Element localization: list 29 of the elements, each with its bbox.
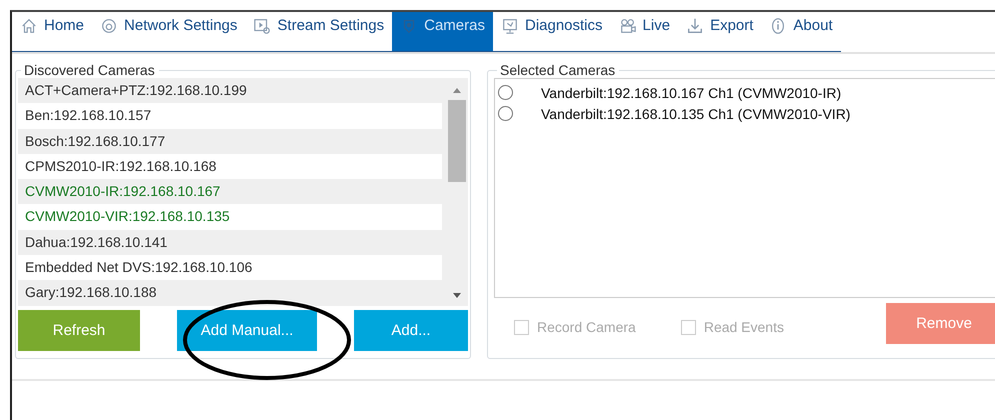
nav-tab[interactable]: Network Settings bbox=[92, 12, 246, 52]
home-icon bbox=[20, 16, 38, 34]
group-title: Discovered Cameras bbox=[23, 62, 156, 78]
nav-tab[interactable]: About bbox=[761, 12, 841, 52]
camera-list-item[interactable]: CVMW2010-VIR:192.168.10.135 bbox=[18, 204, 442, 230]
camera-list[interactable] bbox=[18, 78, 468, 306]
camera-list-item[interactable]: CPMS2010-IR:192.168.10.168 bbox=[18, 154, 442, 180]
scroll-up-icon[interactable] bbox=[452, 86, 462, 94]
video-screen-icon bbox=[253, 16, 272, 34]
scrollbar-thumb[interactable] bbox=[448, 100, 466, 182]
nav-tab[interactable]: Home bbox=[12, 12, 92, 52]
download-icon bbox=[686, 16, 704, 34]
checkbox-label: Record Camera bbox=[537, 319, 636, 335]
nav-tab[interactable]: Export bbox=[678, 12, 762, 52]
group-title: Selected Cameras bbox=[499, 62, 616, 78]
camera-list-item[interactable]: Embedded Net DVS:192.168.10.106 bbox=[18, 255, 442, 280]
selected-camera[interactable]: Vanderbilt:192.168.10.167 Ch1 (CVMW2010-IR) bbox=[541, 84, 842, 100]
video-camera-icon bbox=[618, 16, 637, 34]
nav-tab[interactable]: Diagnostics bbox=[492, 12, 611, 52]
checkbox-label: Read Events bbox=[704, 319, 784, 335]
radio-button[interactable] bbox=[498, 106, 513, 121]
camera-list-item[interactable]: Ben:192.168.10.157 bbox=[18, 103, 442, 129]
selected-camera[interactable]: Vanderbilt:192.168.10.135 Ch1 (CVMW2010-VIR) bbox=[541, 106, 850, 122]
nav-tab[interactable]: Cameras bbox=[392, 12, 493, 52]
nav-tab[interactable]: Live bbox=[610, 12, 678, 52]
scroll-down-icon[interactable] bbox=[452, 292, 462, 300]
globe-icon bbox=[100, 16, 118, 34]
monitor-icon bbox=[500, 16, 519, 34]
radio-button[interactable] bbox=[498, 85, 513, 100]
